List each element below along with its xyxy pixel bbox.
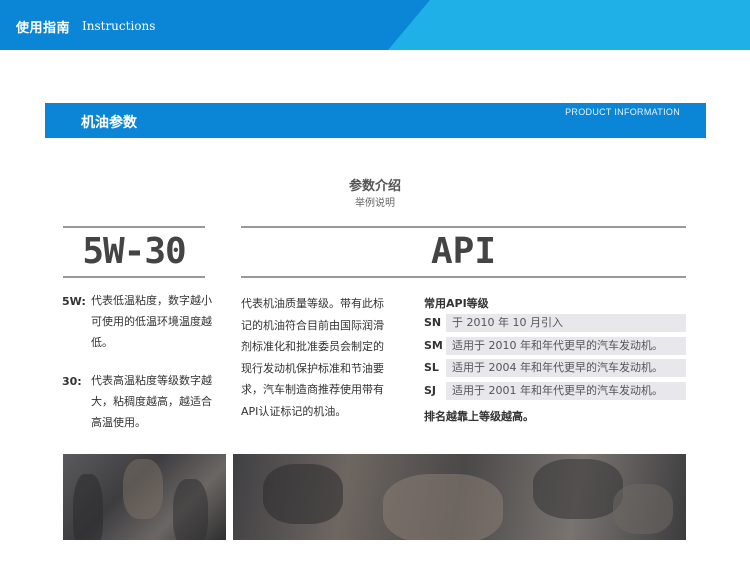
grade-code: SN: [424, 316, 442, 329]
grade-text: 适用于 2001 年和年代更早的汽车发动机。: [446, 382, 686, 400]
section-subtitle-en: PRODUCT INFORMATION: [565, 107, 680, 117]
api-description: 代表机油质量等级。带有此标记的机油符合目前由国际润滑剂标准化和批准委员会制定的现…: [241, 297, 384, 418]
engine-photo-left: [63, 454, 226, 540]
api-grades-note: 排名越靠上等级越高。: [424, 410, 534, 423]
banner-stripe-diagonal: [388, 0, 750, 50]
api-rule-bottom: [241, 276, 686, 278]
banner-title: 使用指南: [16, 21, 71, 36]
top-banner: 使用指南 Instructions: [0, 0, 750, 50]
grade-code: SM: [424, 339, 443, 352]
api-grade-row: SM 适用于 2010 年和年代更早的汽车发动机。: [424, 337, 686, 355]
engine-photo-right: [233, 454, 686, 540]
grade-text: 适用于 2010 年和年代更早的汽车发动机。: [446, 337, 686, 355]
banner-subtitle: Instructions: [82, 19, 156, 33]
api-label: API: [430, 231, 497, 272]
intro-subheading: 举例说明: [355, 198, 395, 209]
api-grade-row: SN 于 2010 年 10 月引入: [424, 314, 686, 332]
viscosity-rule-bottom: [63, 276, 205, 278]
viscosity-label: 5W-30: [82, 231, 186, 272]
grade-text: 适用于 2004 年和年代更早的汽车发动机。: [446, 359, 686, 377]
grade-code: SJ: [424, 384, 437, 397]
section-header: 机油参数 PRODUCT INFORMATION: [45, 103, 706, 138]
intro-heading: 参数介绍: [348, 179, 401, 194]
viscosity-desc-low: 代表低温粘度，数字越小可使用的低温环境温度越低。: [91, 294, 212, 349]
api-grade-row: SL 适用于 2004 年和年代更早的汽车发动机。: [424, 359, 686, 377]
api-grades-title: 常用API等级: [424, 297, 489, 310]
viscosity-term-high: 30:: [62, 375, 82, 388]
grade-code: SL: [424, 361, 439, 374]
section-title: 机油参数: [81, 115, 137, 131]
api-grade-row: SJ 适用于 2001 年和年代更早的汽车发动机。: [424, 382, 686, 400]
viscosity-term-low: 5W:: [62, 295, 86, 308]
grade-text: 于 2010 年 10 月引入: [446, 314, 686, 332]
viscosity-desc-high: 代表高温粘度等级数字越大，粘稠度越高，越适合高温使用。: [91, 374, 212, 429]
